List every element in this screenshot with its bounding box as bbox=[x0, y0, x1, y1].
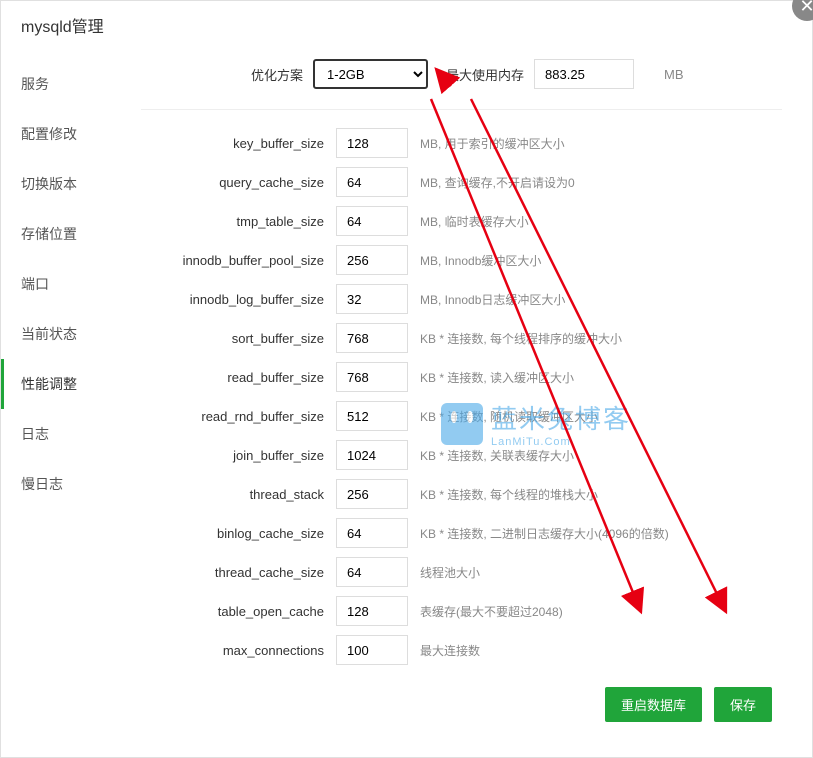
field-desc: KB * 连接数, 关联表缓存大小 bbox=[420, 447, 782, 464]
field-input-max_connections[interactable] bbox=[336, 635, 408, 665]
field-desc: KB * 连接数, 二进制日志缓存大小(4096的倍数) bbox=[420, 525, 782, 542]
field-label: max_connections bbox=[141, 643, 336, 658]
field-desc: KB * 连接数, 每个线程的堆栈大小 bbox=[420, 486, 782, 503]
field-row-query_cache_size: query_cache_size MB, 查询缓存,不开启请设为0 bbox=[141, 167, 782, 197]
sidebar-item-config[interactable]: 配置修改 bbox=[1, 109, 131, 159]
field-row-read_buffer_size: read_buffer_size KB * 连接数, 读入缓冲区大小 bbox=[141, 362, 782, 392]
field-desc: MB, Innodb日志缓冲区大小 bbox=[420, 291, 782, 308]
field-input-thread_stack[interactable] bbox=[336, 479, 408, 509]
field-row-innodb_log_buffer_size: innodb_log_buffer_size MB, Innodb日志缓冲区大小 bbox=[141, 284, 782, 314]
sidebar-item-slowlog[interactable]: 慢日志 bbox=[1, 459, 131, 509]
sidebar-item-log[interactable]: 日志 bbox=[1, 409, 131, 459]
sidebar-item-service[interactable]: 服务 bbox=[1, 59, 131, 109]
field-desc: MB, 用于索引的缓冲区大小 bbox=[420, 135, 782, 152]
main-panel: 优化方案 1-2GB 最大使用内存 MB key_buffer_size MB, … bbox=[131, 39, 812, 755]
mem-input[interactable] bbox=[534, 59, 634, 89]
scheme-select[interactable]: 1-2GB bbox=[313, 59, 428, 89]
modal-title: mysqld管理 bbox=[1, 1, 812, 39]
field-input-table_open_cache[interactable] bbox=[336, 596, 408, 626]
field-desc: 表缓存(最大不要超过2048) bbox=[420, 603, 782, 620]
field-row-join_buffer_size: join_buffer_size KB * 连接数, 关联表缓存大小 bbox=[141, 440, 782, 470]
sidebar: 服务 配置修改 切换版本 存储位置 端口 当前状态 性能调整 日志 慢日志 bbox=[1, 39, 131, 755]
field-input-read_rnd_buffer_size[interactable] bbox=[336, 401, 408, 431]
field-label: thread_cache_size bbox=[141, 565, 336, 580]
field-label: tmp_table_size bbox=[141, 214, 336, 229]
field-input-thread_cache_size[interactable] bbox=[336, 557, 408, 587]
field-label: read_rnd_buffer_size bbox=[141, 409, 336, 424]
field-desc: 最大连接数 bbox=[420, 642, 782, 659]
field-input-innodb_buffer_pool_size[interactable] bbox=[336, 245, 408, 275]
field-desc: MB, 临时表缓存大小 bbox=[420, 213, 782, 230]
field-label: table_open_cache bbox=[141, 604, 336, 619]
sidebar-item-performance[interactable]: 性能调整 bbox=[1, 359, 131, 409]
field-input-read_buffer_size[interactable] bbox=[336, 362, 408, 392]
field-row-read_rnd_buffer_size: read_rnd_buffer_size KB * 连接数, 随机读取缓冲区大小 bbox=[141, 401, 782, 431]
scheme-label: 优化方案 bbox=[251, 65, 303, 84]
field-input-query_cache_size[interactable] bbox=[336, 167, 408, 197]
field-input-key_buffer_size[interactable] bbox=[336, 128, 408, 158]
field-row-tmp_table_size: tmp_table_size MB, 临时表缓存大小 bbox=[141, 206, 782, 236]
field-label: innodb_log_buffer_size bbox=[141, 292, 336, 307]
mem-label: 最大使用内存 bbox=[446, 65, 524, 84]
field-input-join_buffer_size[interactable] bbox=[336, 440, 408, 470]
field-label: key_buffer_size bbox=[141, 136, 336, 151]
field-row-max_connections: max_connections 最大连接数 bbox=[141, 635, 782, 665]
field-label: innodb_buffer_pool_size bbox=[141, 253, 336, 268]
mem-unit: MB bbox=[664, 67, 684, 82]
sidebar-item-storage[interactable]: 存储位置 bbox=[1, 209, 131, 259]
field-desc: 线程池大小 bbox=[420, 564, 782, 581]
save-button[interactable]: 保存 bbox=[714, 687, 772, 722]
field-row-innodb_buffer_pool_size: innodb_buffer_pool_size MB, Innodb缓冲区大小 bbox=[141, 245, 782, 275]
field-row-table_open_cache: table_open_cache 表缓存(最大不要超过2048) bbox=[141, 596, 782, 626]
field-label: sort_buffer_size bbox=[141, 331, 336, 346]
field-input-tmp_table_size[interactable] bbox=[336, 206, 408, 236]
sidebar-item-port[interactable]: 端口 bbox=[1, 259, 131, 309]
field-label: binlog_cache_size bbox=[141, 526, 336, 541]
field-row-thread_cache_size: thread_cache_size 线程池大小 bbox=[141, 557, 782, 587]
field-label: thread_stack bbox=[141, 487, 336, 502]
field-input-innodb_log_buffer_size[interactable] bbox=[336, 284, 408, 314]
field-input-sort_buffer_size[interactable] bbox=[336, 323, 408, 353]
field-row-binlog_cache_size: binlog_cache_size KB * 连接数, 二进制日志缓存大小(409… bbox=[141, 518, 782, 548]
field-desc: KB * 连接数, 读入缓冲区大小 bbox=[420, 369, 782, 386]
restart-button[interactable]: 重启数据库 bbox=[605, 687, 702, 722]
field-label: read_buffer_size bbox=[141, 370, 336, 385]
field-desc: KB * 连接数, 随机读取缓冲区大小 bbox=[420, 408, 782, 425]
field-desc: KB * 连接数, 每个线程排序的缓冲大小 bbox=[420, 330, 782, 347]
field-row-key_buffer_size: key_buffer_size MB, 用于索引的缓冲区大小 bbox=[141, 128, 782, 158]
field-label: join_buffer_size bbox=[141, 448, 336, 463]
field-label: query_cache_size bbox=[141, 175, 336, 190]
field-input-binlog_cache_size[interactable] bbox=[336, 518, 408, 548]
field-desc: MB, 查询缓存,不开启请设为0 bbox=[420, 174, 782, 191]
field-desc: MB, Innodb缓冲区大小 bbox=[420, 252, 782, 269]
field-row-sort_buffer_size: sort_buffer_size KB * 连接数, 每个线程排序的缓冲大小 bbox=[141, 323, 782, 353]
field-row-thread_stack: thread_stack KB * 连接数, 每个线程的堆栈大小 bbox=[141, 479, 782, 509]
sidebar-item-status[interactable]: 当前状态 bbox=[1, 309, 131, 359]
sidebar-item-version[interactable]: 切换版本 bbox=[1, 159, 131, 209]
